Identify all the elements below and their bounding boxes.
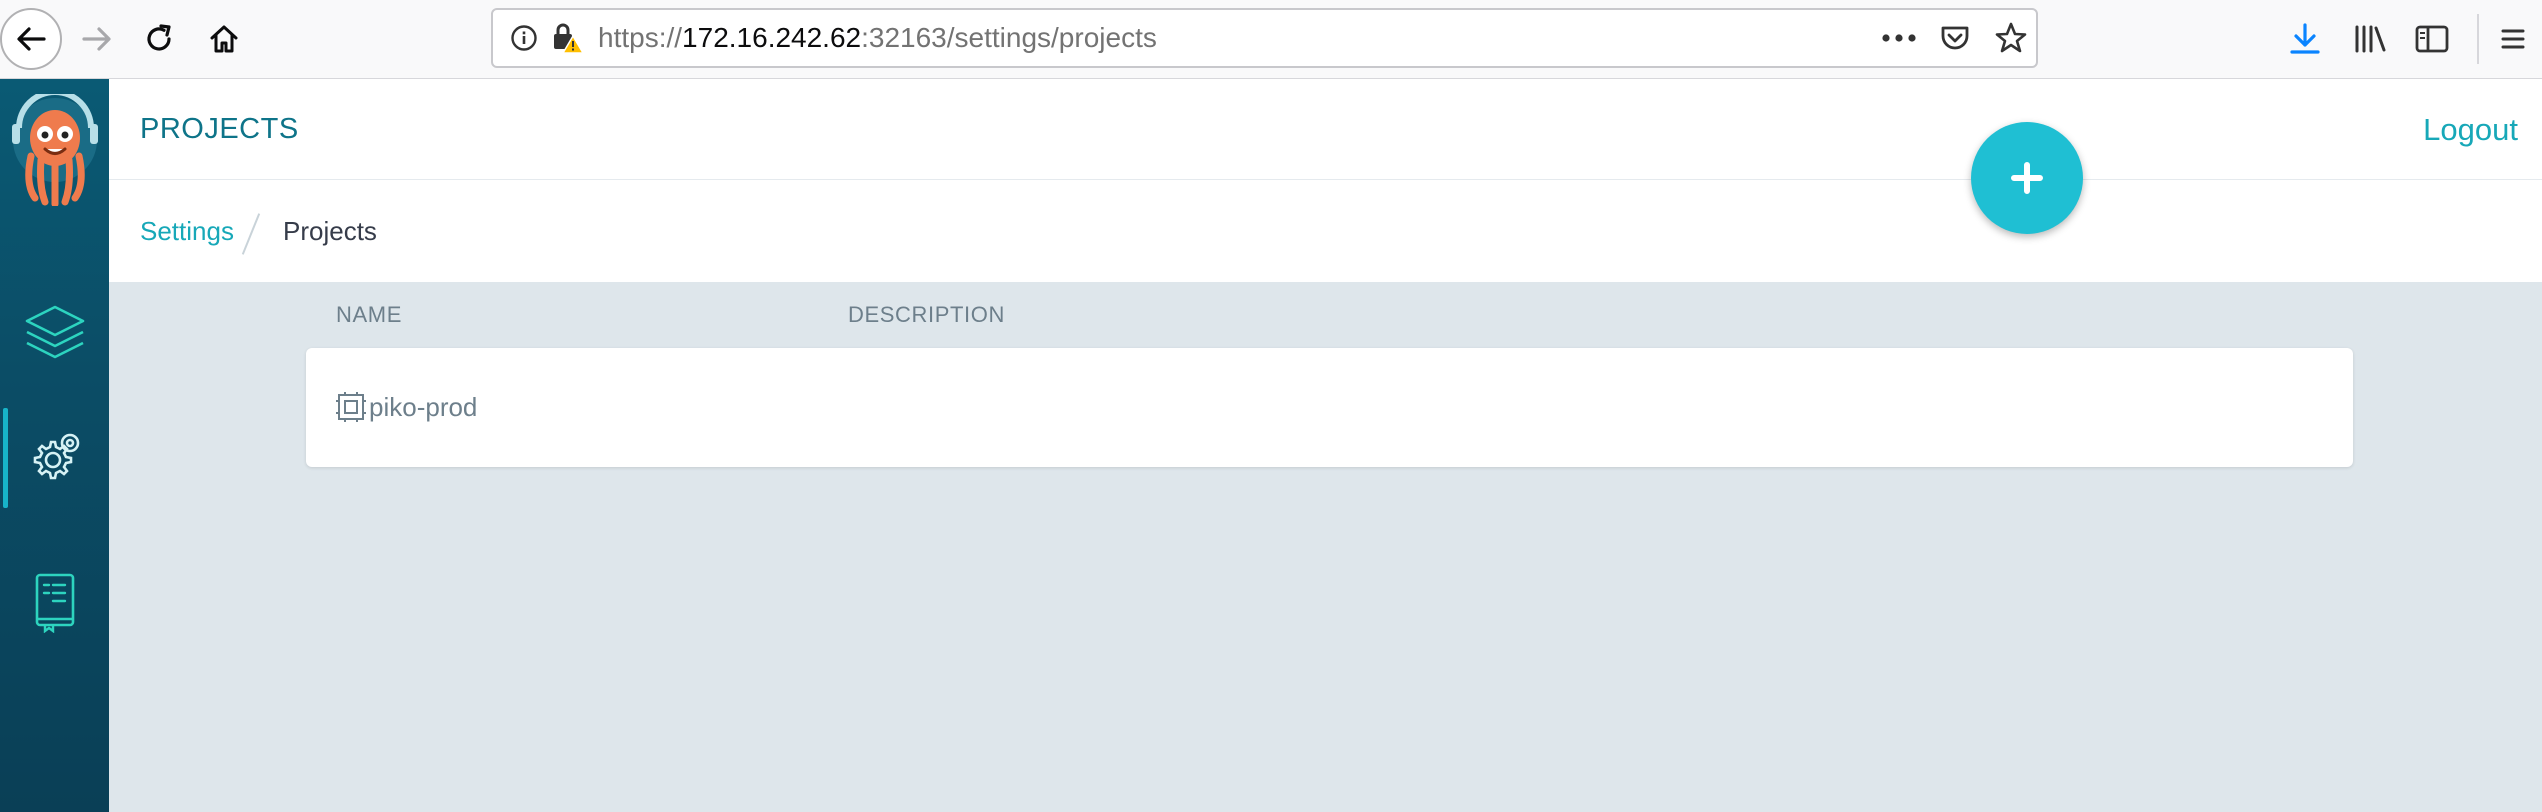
sidebar [0, 79, 109, 812]
settings-nav-item[interactable] [0, 403, 109, 513]
url-rest: :32163/settings/projects [861, 22, 1157, 53]
breadcrumb-settings[interactable]: Settings [140, 180, 234, 282]
breadcrumb: Settings Projects [109, 180, 2542, 282]
reload-icon [147, 24, 171, 51]
top-bar: PROJECTS Logout [109, 79, 2542, 180]
column-header-name: NAME [336, 302, 402, 327]
browser-toolbar: https://172.16.242.62:32163/settings/pro… [0, 0, 2542, 79]
page-title: PROJECTS [140, 113, 299, 145]
home-icon [210, 25, 238, 53]
url-host: 172.16.242.62 [682, 22, 862, 53]
toolbar-separator [2477, 14, 2479, 64]
forward-button[interactable] [66, 8, 128, 70]
breadcrumb-separator [241, 213, 261, 255]
logout-link[interactable]: Logout [2423, 79, 2518, 180]
argo-octopus-logo[interactable] [0, 94, 109, 206]
add-project-button[interactable] [1971, 122, 2083, 234]
home-button[interactable] [193, 8, 255, 70]
star-icon[interactable] [1989, 10, 2033, 66]
lock-warning-icon[interactable] [547, 10, 587, 66]
docs-nav-item[interactable] [0, 547, 109, 657]
gear-icon [33, 433, 79, 480]
sidebar-icon[interactable] [2404, 8, 2460, 70]
back-button[interactable] [0, 8, 62, 70]
plus-icon [2011, 162, 2043, 194]
library-icon[interactable] [2342, 8, 2398, 70]
url-bar[interactable]: https://172.16.242.62:32163/settings/pro… [491, 8, 2038, 68]
hamburger-icon[interactable] [2485, 8, 2541, 70]
table-row[interactable]: piko-prod [306, 348, 2353, 467]
more-dots-icon[interactable] [1877, 10, 1921, 66]
reload-button[interactable] [128, 8, 190, 70]
arrow-right-icon [82, 27, 111, 51]
arrow-left-icon [17, 27, 46, 51]
main-content: PROJECTS Logout Settings Projects NAME D… [109, 79, 2542, 812]
url-text: https://172.16.242.62:32163/settings/pro… [598, 10, 1157, 66]
url-prefix: https:// [598, 22, 683, 53]
table-header: NAME DESCRIPTION [109, 282, 2542, 348]
project-icon [336, 392, 366, 427]
breadcrumb-projects: Projects [283, 216, 377, 246]
layers-icon [25, 305, 84, 359]
pocket-icon[interactable] [1933, 10, 1977, 66]
info-icon[interactable] [507, 10, 541, 66]
project-name: piko-prod [369, 392, 478, 422]
book-icon [35, 573, 74, 633]
download-icon[interactable] [2277, 8, 2333, 70]
column-header-description: DESCRIPTION [848, 302, 1005, 327]
applications-nav-item[interactable] [0, 279, 109, 389]
